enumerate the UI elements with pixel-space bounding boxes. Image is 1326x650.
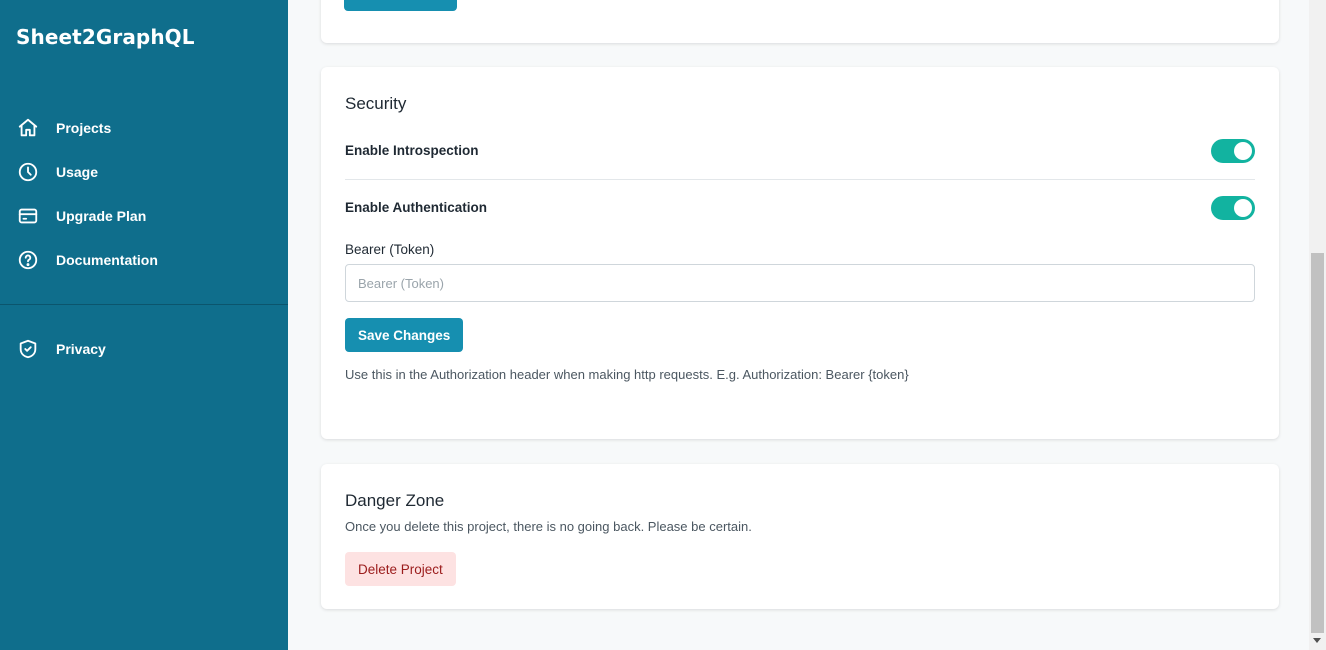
toggle-knob	[1234, 199, 1252, 217]
danger-zone-description: Once you delete this project, there is n…	[345, 519, 752, 534]
scrollbar-thumb[interactable]	[1311, 253, 1324, 633]
danger-zone-card: Danger Zone Once you delete this project…	[321, 464, 1279, 609]
app-root: Sheet2GraphQL Projects Usage Upgrade Pla…	[0, 0, 1326, 650]
sidebar-item-upgrade-plan[interactable]: Upgrade Plan	[16, 202, 276, 230]
previous-card-button[interactable]	[344, 0, 457, 11]
previous-settings-card	[321, 0, 1279, 43]
sidebar-item-documentation[interactable]: Documentation	[16, 246, 276, 274]
authentication-toggle[interactable]	[1211, 196, 1255, 220]
authentication-label: Enable Authentication	[345, 200, 488, 215]
security-title: Security	[345, 94, 407, 113]
authorization-help-text: Use this in the Authorization header whe…	[345, 367, 909, 382]
sidebar: Sheet2GraphQL Projects Usage Upgrade Pla…	[0, 0, 288, 650]
delete-project-button[interactable]: Delete Project	[345, 552, 456, 586]
sidebar-item-projects[interactable]: Projects	[16, 114, 276, 142]
security-card: Security Enable Introspection Enable Aut…	[321, 67, 1279, 439]
introspection-label: Enable Introspection	[345, 143, 479, 158]
row-divider	[345, 179, 1255, 180]
danger-zone-title: Danger Zone	[345, 491, 445, 510]
introspection-toggle[interactable]	[1211, 139, 1255, 163]
credit-card-icon	[16, 204, 40, 228]
scroll-down-arrow-icon[interactable]	[1313, 638, 1321, 643]
help-circle-icon	[16, 248, 40, 272]
sidebar-item-usage[interactable]: Usage	[16, 158, 276, 186]
sidebar-item-label: Upgrade Plan	[56, 208, 147, 224]
token-label: Bearer (Token)	[345, 242, 435, 257]
token-input[interactable]	[345, 264, 1255, 302]
sidebar-item-label: Documentation	[56, 252, 158, 268]
clock-icon	[16, 160, 40, 184]
save-changes-button[interactable]: Save Changes	[345, 318, 464, 352]
sidebar-item-label: Projects	[56, 120, 112, 136]
home-icon	[16, 116, 40, 140]
shield-check-icon	[16, 337, 40, 361]
sidebar-divider	[0, 304, 288, 305]
brand-logo[interactable]: Sheet2GraphQL	[16, 25, 195, 49]
toggle-knob	[1234, 142, 1252, 160]
sidebar-item-privacy[interactable]: Privacy	[16, 335, 276, 363]
sidebar-item-label: Usage	[56, 164, 99, 180]
sidebar-item-label: Privacy	[56, 341, 106, 357]
